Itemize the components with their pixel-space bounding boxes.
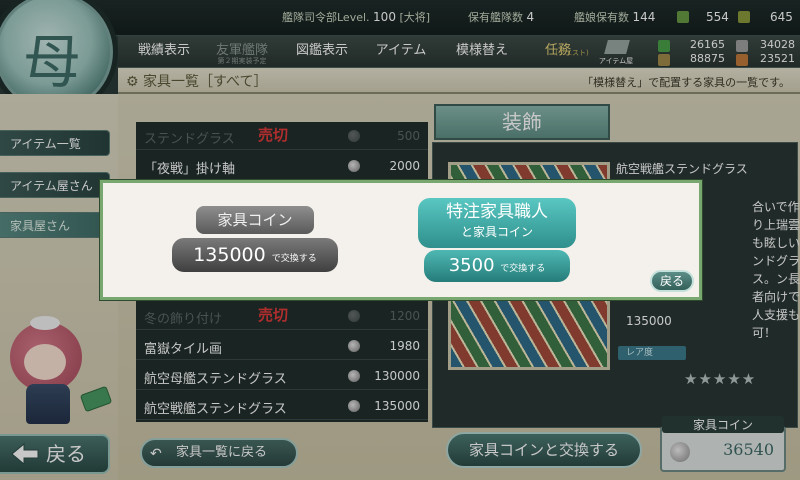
coin-option-title: 家具コイン xyxy=(196,206,314,234)
craft-option-line1: 特注家具職人 xyxy=(446,202,548,222)
coin-option-suffix: で交換する xyxy=(271,254,317,264)
craft-option-line2: と家具コイン xyxy=(460,225,533,239)
modal-back-button[interactable]: 戻る xyxy=(650,270,694,292)
coin-option-amount: 135000 xyxy=(193,244,266,266)
coin-option-amount-row: 135000 で交換する xyxy=(172,238,338,272)
exchange-craftsman-option[interactable]: 特注家具職人 と家具コイン 3500 で交換する xyxy=(418,198,576,284)
craft-option-suffix: で交換する xyxy=(500,264,546,274)
craft-option-amount-row: 3500 で交換する xyxy=(424,250,570,282)
modal-back-label: 戻る xyxy=(659,274,684,288)
craft-option-amount: 3500 xyxy=(448,255,495,276)
exchange-coin-option[interactable]: 家具コイン 135000 で交換する xyxy=(172,204,338,276)
craft-option-title: 特注家具職人 と家具コイン xyxy=(418,198,576,248)
